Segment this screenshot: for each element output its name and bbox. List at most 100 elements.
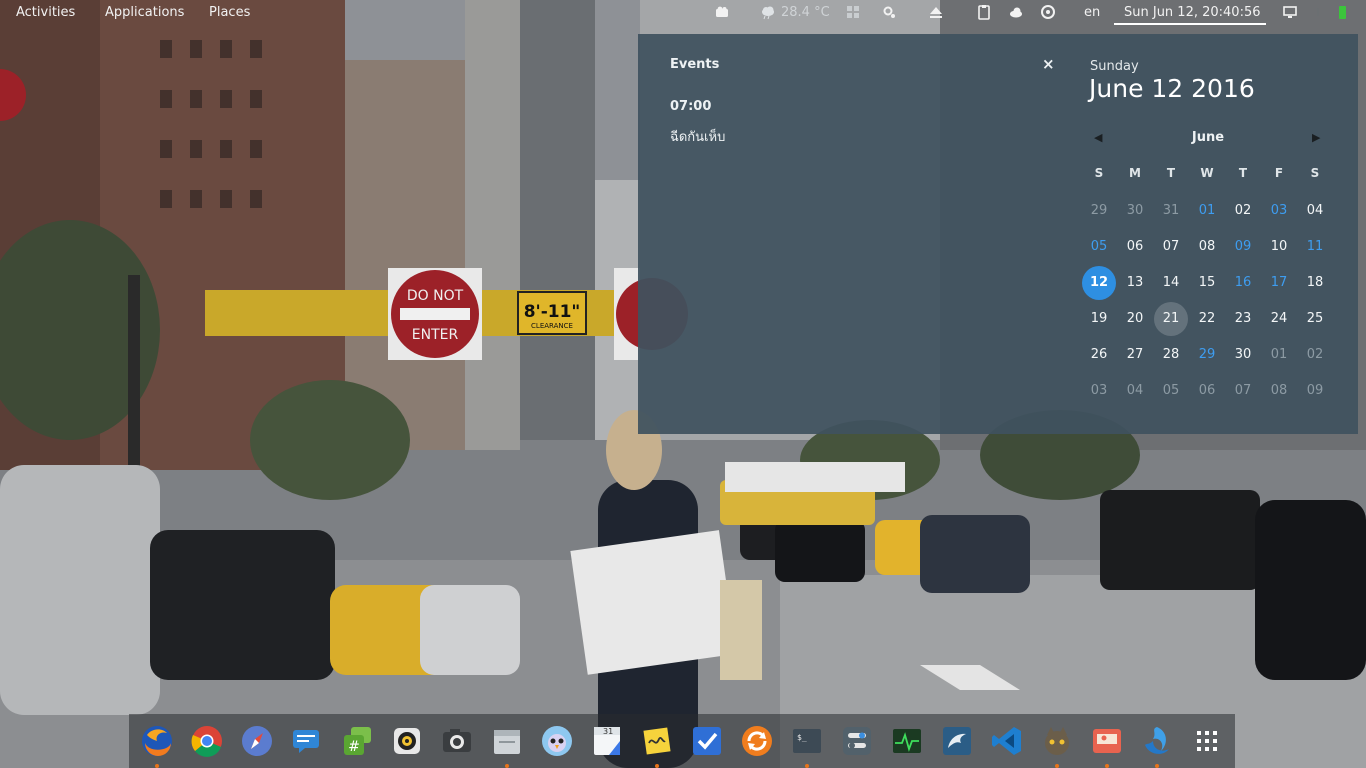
dock-app-firefox[interactable] [137, 721, 177, 768]
keyboard-language-indicator[interactable]: en [1084, 0, 1100, 26]
app-grid-icon [1187, 731, 1227, 765]
dock-app-app-grid[interactable] [1187, 721, 1227, 761]
dock-app-files[interactable] [487, 721, 527, 768]
calendar-day[interactable]: 30 [1118, 194, 1152, 228]
calendar-day[interactable]: 18 [1298, 266, 1332, 300]
applications-menu[interactable]: Applications [105, 0, 184, 26]
weather-cloud-icon[interactable] [760, 4, 776, 20]
running-indicator-dot [1155, 764, 1159, 768]
chat-messages-icon [287, 730, 327, 765]
calendar-day[interactable]: 02 [1298, 338, 1332, 372]
dock-app-app-store-swirl[interactable] [1137, 721, 1177, 768]
application-dock: #31 $_ [129, 714, 1235, 768]
calendar-day[interactable]: 09 [1226, 230, 1260, 264]
dock-app-chrome[interactable] [187, 721, 227, 761]
extensions-gear-icon[interactable] [881, 4, 897, 20]
dock-app-terminal[interactable]: $_ [787, 721, 827, 768]
clock-active-underline [1114, 23, 1266, 25]
dock-app-tasks-check[interactable] [687, 721, 727, 761]
clipboard-icon[interactable] [976, 4, 992, 20]
activities-button[interactable]: Activities [16, 0, 75, 26]
calendar-day-header: F [1274, 166, 1284, 180]
calendar-day[interactable]: 03 [1082, 374, 1116, 408]
battery-icon[interactable] [1334, 4, 1350, 20]
calendar-day[interactable]: 07 [1154, 230, 1188, 264]
dock-app-hashtag-chat[interactable]: # [337, 721, 377, 761]
dock-app-database-dolphin[interactable] [937, 721, 977, 761]
dock-app-image-editor[interactable] [1037, 721, 1077, 768]
dock-app-camera[interactable] [437, 721, 477, 761]
calendar-day[interactable]: 26 [1082, 338, 1116, 372]
calendar-day[interactable]: 21 [1154, 302, 1188, 336]
calendar-day[interactable]: 01 [1262, 338, 1296, 372]
calendar-day[interactable]: 17 [1262, 266, 1296, 300]
calendar-day[interactable]: 16 [1226, 266, 1260, 300]
dock-app-screenshot[interactable] [1087, 721, 1127, 768]
aperture-icon[interactable] [1040, 4, 1056, 20]
volume-icon[interactable] [1310, 4, 1326, 20]
dock-app-system-monitor[interactable] [887, 721, 927, 761]
calendar-day[interactable]: 05 [1082, 230, 1116, 264]
calendar-day-header: S [1094, 166, 1104, 180]
calendar-day[interactable]: 22 [1190, 302, 1224, 336]
places-menu[interactable]: Places [209, 0, 250, 26]
calendar-day[interactable]: 29 [1190, 338, 1224, 372]
calendar-day[interactable]: 30 [1226, 338, 1260, 372]
camera-indicator-icon[interactable] [714, 4, 730, 20]
calendar-day[interactable]: 06 [1190, 374, 1224, 408]
dock-app-calendar-app[interactable]: 31 [587, 721, 627, 761]
code-editor-icon [987, 727, 1027, 765]
calendar-day[interactable]: 09 [1298, 374, 1332, 408]
calendar-day[interactable]: 02 [1226, 194, 1260, 228]
dock-app-sticky-notes[interactable] [637, 721, 677, 768]
calendar-day[interactable]: 04 [1118, 374, 1152, 408]
dock-app-update-sync[interactable] [737, 721, 777, 761]
calendar-day[interactable]: 01 [1190, 194, 1224, 228]
dock-app-bird-social[interactable] [537, 721, 577, 761]
calendar-day[interactable]: 23 [1226, 302, 1260, 336]
events-section-title: Events [670, 57, 720, 72]
calendar-day[interactable]: 27 [1118, 338, 1152, 372]
running-indicator-dot [1055, 764, 1059, 768]
calendar-day-header: S [1310, 166, 1320, 180]
calendar-day[interactable]: 28 [1154, 338, 1188, 372]
calendar-day[interactable]: 04 [1298, 194, 1332, 228]
calendar-full-date[interactable]: June 12 2016 [1089, 74, 1255, 103]
calendar-day[interactable]: 20 [1118, 302, 1152, 336]
calendar-day[interactable]: 15 [1190, 266, 1224, 300]
dock-app-chat-messages[interactable] [287, 721, 327, 761]
calendar-day[interactable]: 24 [1262, 302, 1296, 336]
dock-app-compass-browser[interactable] [237, 721, 277, 761]
calendar-day[interactable]: 14 [1154, 266, 1188, 300]
dock-app-music-player[interactable] [387, 721, 427, 761]
calendar-day[interactable]: 13 [1118, 266, 1152, 300]
event-time: 07:00 [670, 99, 712, 114]
calendar-day-header: M [1129, 166, 1141, 180]
svg-text:#: # [348, 739, 360, 755]
calendar-day[interactable]: 10 [1262, 230, 1296, 264]
calendar-day[interactable]: 05 [1154, 374, 1188, 408]
calendar-day[interactable]: 07 [1226, 374, 1260, 408]
eject-drive-icon[interactable] [928, 4, 944, 20]
calendar-day[interactable]: 03 [1262, 194, 1296, 228]
cloud-sync-icon[interactable] [1008, 4, 1024, 20]
calendar-day[interactable]: 25 [1298, 302, 1332, 336]
close-icon[interactable]: × [1042, 55, 1055, 73]
calendar-day[interactable]: 19 [1082, 302, 1116, 336]
weather-temperature[interactable]: 28.4 °C [781, 0, 830, 26]
calendar-day[interactable]: 06 [1118, 230, 1152, 264]
previous-month-icon[interactable]: ◀ [1094, 131, 1102, 144]
window-grid-icon[interactable] [845, 4, 861, 20]
calendar-day-today[interactable]: 12 [1082, 266, 1116, 300]
calendar-day[interactable]: 31 [1154, 194, 1188, 228]
next-month-icon[interactable]: ▶ [1312, 131, 1320, 144]
files-icon [487, 730, 527, 765]
dock-app-code-editor[interactable] [987, 721, 1027, 761]
calendar-day[interactable]: 11 [1298, 230, 1332, 264]
running-indicator-dot [805, 764, 809, 768]
calendar-day[interactable]: 08 [1190, 230, 1224, 264]
calendar-day[interactable]: 08 [1262, 374, 1296, 408]
dock-app-settings-toggles[interactable] [837, 721, 877, 761]
screen-display-icon[interactable] [1282, 4, 1298, 20]
calendar-day[interactable]: 29 [1082, 194, 1116, 228]
